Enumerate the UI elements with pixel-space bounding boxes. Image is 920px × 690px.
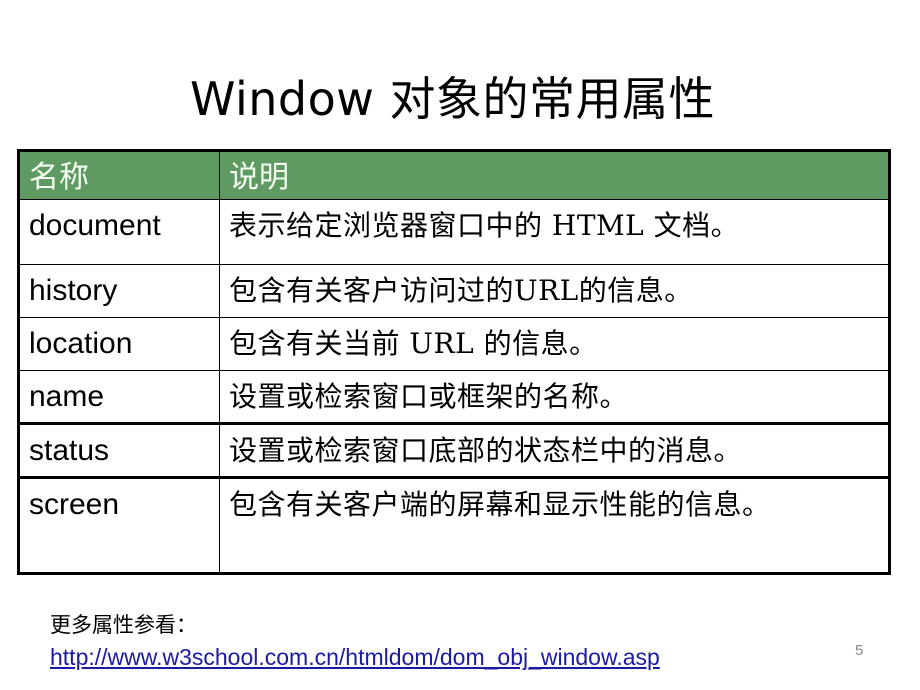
properties-table: 名称 说明 document 表示给定浏览器窗口中的 HTML 文档。 hist… — [17, 149, 891, 575]
table-row: location 包含有关当前 URL 的信息。 — [18, 317, 890, 371]
property-name: history — [18, 264, 220, 318]
property-description: 设置或检索窗口底部的状态栏中的消息。 — [219, 422, 890, 478]
table-row: status 设置或检索窗口底部的状态栏中的消息。 — [18, 422, 890, 478]
property-name: status — [18, 422, 220, 478]
table-row: screen 包含有关客户端的屏幕和显示性能的信息。 — [18, 476, 890, 574]
header-name: 名称 — [18, 150, 220, 200]
property-name: document — [18, 199, 220, 265]
property-description: 表示给定浏览器窗口中的 HTML 文档。 — [219, 199, 890, 265]
property-name: location — [18, 317, 220, 371]
property-name: screen — [18, 476, 220, 574]
property-description: 包含有关客户端的屏幕和显示性能的信息。 — [219, 476, 890, 574]
property-name: name — [18, 370, 220, 424]
table-row: history 包含有关客户访问过的URL的信息。 — [18, 264, 890, 318]
more-properties-label: 更多属性参看： — [50, 613, 197, 637]
header-description: 说明 — [219, 150, 890, 200]
property-description: 包含有关客户访问过的URL的信息。 — [219, 264, 890, 318]
table-row: document 表示给定浏览器窗口中的 HTML 文档。 — [18, 199, 890, 265]
w3school-link[interactable]: http://www.w3school.com.cn/htmldom/dom_o… — [50, 643, 660, 671]
table-row: name 设置或检索窗口或框架的名称。 — [18, 370, 890, 424]
page-number: 5 — [855, 642, 864, 659]
property-description: 设置或检索窗口或框架的名称。 — [219, 370, 890, 424]
slide-title: Window 对象的常用属性 — [190, 71, 715, 126]
property-description: 包含有关当前 URL 的信息。 — [219, 317, 890, 371]
table-header-row: 名称 说明 — [18, 150, 890, 200]
